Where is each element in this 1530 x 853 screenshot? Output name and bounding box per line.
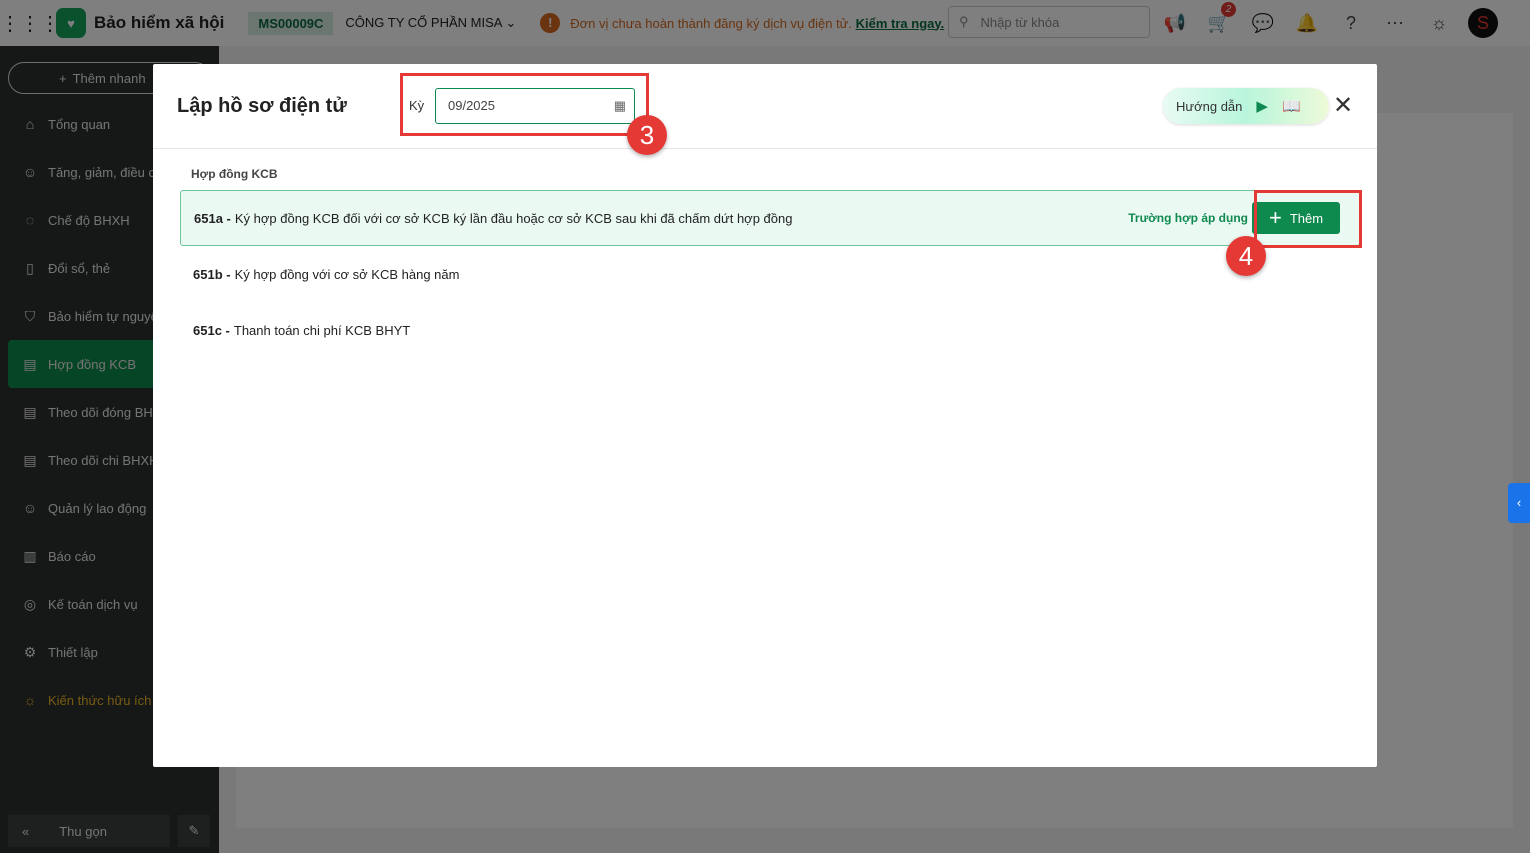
list-item[interactable]: 651b - Ký hợp đồng với cơ sở KCB hàng năm [180, 246, 1360, 302]
book-icon[interactable]: 📖 [1282, 97, 1301, 115]
form-description: Thanh toán chi phí KCB BHYT [233, 322, 411, 338]
close-icon[interactable]: ✕ [1333, 92, 1353, 120]
form-code: 651b - [193, 266, 231, 282]
highlight-box [400, 73, 649, 136]
dialog-title: Lập hồ sơ điện tử [177, 95, 347, 117]
create-e-file-dialog: Lập hồ sơ điện tử Kỳ 09/2025 ▦ 3 Hướng dẫ… [153, 64, 1377, 767]
section-title: Hợp đồng KCB [191, 167, 278, 181]
highlight-box [1254, 190, 1362, 248]
list-item[interactable]: 651a - Ký hợp đồng KCB đối với cơ sở KCB … [180, 190, 1360, 246]
applicable-cases-link[interactable]: Trường hợp áp dụng [1128, 211, 1248, 225]
step-marker-3: 3 [627, 115, 667, 155]
form-description: Ký hợp đồng với cơ sở KCB hàng năm [234, 266, 460, 282]
guide-label: Hướng dẫn [1176, 98, 1243, 114]
list-item[interactable]: 651c - Thanh toán chi phí KCB BHYT [180, 302, 1360, 358]
form-code: 651a - [194, 210, 231, 226]
form-code: 651c - [193, 322, 230, 338]
form-description: Ký hợp đồng KCB đối với cơ sở KCB ký lần… [234, 210, 793, 226]
guide-button[interactable]: Hướng dẫn ▶ 📖 [1163, 88, 1329, 124]
video-icon[interactable]: ▶ [1256, 97, 1268, 115]
side-panel-toggle[interactable]: ‹ [1508, 483, 1530, 523]
